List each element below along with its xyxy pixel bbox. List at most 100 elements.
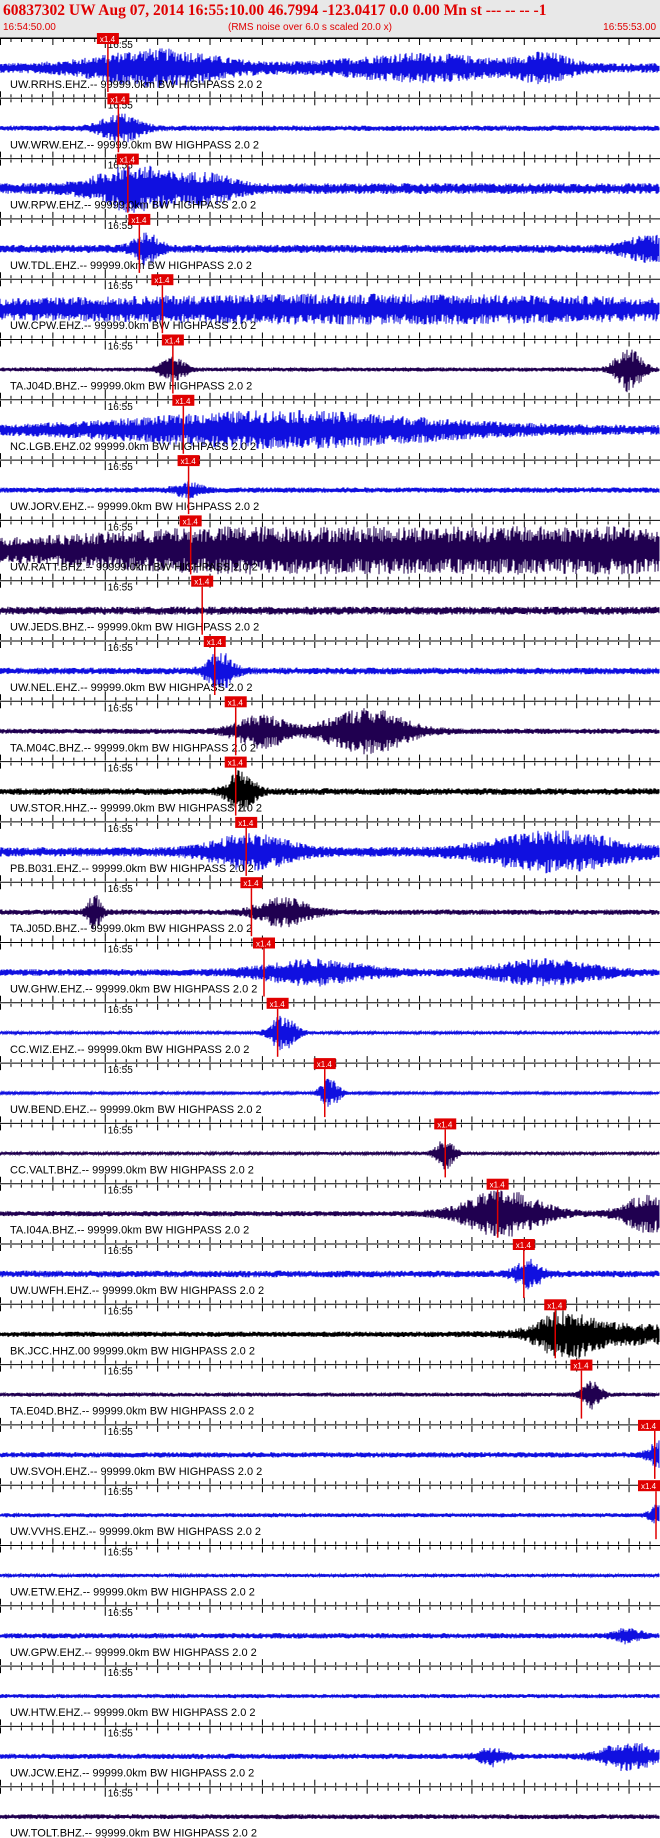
trace-row: 16:55 PB.B031.EHZ.-- 99999.0km BW HIGHPAS… bbox=[0, 816, 660, 882]
trace-row: 16:55 UW.NEL.EHZ.-- 99999.0km BW HIGHPASS… bbox=[0, 636, 660, 701]
waveform bbox=[0, 1628, 660, 1645]
waveform bbox=[0, 958, 660, 987]
trace-row: 16:55 BK.JCC.HHZ.00 99999.0km BW HIGHPASS… bbox=[0, 1299, 660, 1364]
pick-label: x1.4 bbox=[437, 1120, 453, 1129]
minute-tick-label: 16:55 bbox=[108, 824, 133, 835]
station-label: UW.RPW.EHZ.-- 99999.0km BW HIGHPASS 2.0 … bbox=[10, 200, 256, 212]
pick-label: x1.4 bbox=[228, 759, 244, 768]
station-label: TA.J04D.BHZ.-- 99999.0km BW HIGHPASS 2.0… bbox=[10, 381, 252, 393]
station-label: UW.BEND.EHZ.-- 99999.0km BW HIGHPASS 2.0… bbox=[10, 1104, 262, 1116]
pick-label: x1.4 bbox=[228, 698, 244, 707]
station-label: TA.I04A.BHZ.-- 99999.0km BW HIGHPASS 2.0… bbox=[10, 1225, 249, 1237]
minute-tick-label: 16:55 bbox=[108, 1487, 133, 1498]
minute-tick-label: 16:55 bbox=[108, 703, 133, 714]
trace-row: 16:55UW.RRHS.EHZ.-- 99999.0km BW HIGHPAS… bbox=[0, 33, 660, 98]
minute-tick-label: 16:55 bbox=[108, 402, 133, 413]
station-label: UW.HTW.EHZ.-- 99999.0km BW HIGHPASS 2.0 … bbox=[10, 1707, 256, 1719]
trace-row: 16:55 UW.VVHS.EHZ.-- 99999.0km BW HIGHPAS… bbox=[0, 1480, 660, 1545]
waveform bbox=[0, 1078, 660, 1107]
pick-label: x1.4 bbox=[100, 35, 116, 44]
trace-row: 16:55 UW.GHW.EHZ.-- 99999.0km BW HIGHPASS… bbox=[0, 937, 660, 1002]
station-label: UW.JCW.EHZ.-- 99999.0km BW HIGHPASS 2.0 … bbox=[10, 1767, 254, 1779]
pick-label: x1.4 bbox=[183, 517, 199, 526]
minute-tick-label: 16:55 bbox=[108, 764, 133, 775]
pick-label: x1.4 bbox=[207, 638, 223, 647]
minute-tick-label: 16:55 bbox=[108, 522, 133, 533]
pick-label: x1.4 bbox=[154, 276, 170, 285]
trace-row: 16:55 UW.UWFH.EHZ.-- 99999.0km BW HIGHPAS… bbox=[0, 1239, 660, 1304]
pick-label: x1.4 bbox=[181, 457, 197, 466]
pick-label: x1.4 bbox=[131, 216, 147, 225]
minute-tick-label: 16:55 bbox=[108, 1065, 133, 1076]
waveform bbox=[0, 1693, 660, 1700]
pick-label: x1.4 bbox=[641, 1422, 657, 1431]
trace-row: 16:55 TA.J05D.BHZ.-- 99999.0km BW HIGHPAS… bbox=[0, 877, 660, 942]
station-label: CC.WIZ.EHZ.-- 99999.0km BW HIGHPASS 2.0 … bbox=[10, 1044, 249, 1056]
trace-row: 16:55 CC.WIZ.EHZ.-- 99999.0km BW HIGHPASS… bbox=[0, 997, 660, 1063]
seismogram-plot: 16:55 UW.RRHS.EHZ.-- 99999.0km BW HIGHPAS… bbox=[0, 33, 660, 1838]
waveform bbox=[0, 1572, 660, 1579]
trace-row: 16:55 TA.J04D.BHZ.-- 99999.0km BW HIGHPAS… bbox=[0, 334, 660, 399]
station-label: TA.J05D.BHZ.-- 99999.0km BW HIGHPASS 2.0… bbox=[10, 923, 252, 935]
station-label: UW.STOR.HHZ.-- 99999.0km BW HIGHPASS 2.0… bbox=[10, 803, 262, 815]
waveform bbox=[0, 606, 660, 615]
trace-row: 16:55 UW.ETW.EHZ.-- 99999.0km BW HIGHPASS… bbox=[0, 1545, 660, 1605]
waveform bbox=[0, 481, 660, 499]
trace-row: 16:55 TA.E04D.BHZ.-- 99999.0km BW HIGHPAS… bbox=[0, 1359, 660, 1424]
station-label: TA.M04C.BHZ.-- 99999.0km BW HIGHPASS 2.0… bbox=[10, 742, 256, 754]
station-label: UW.RRHS.EHZ.-- 99999.0km BW HIGHPASS 2.0… bbox=[10, 79, 262, 91]
minute-tick-label: 16:55 bbox=[108, 1789, 133, 1800]
pick-label: x1.4 bbox=[256, 940, 272, 949]
minute-tick-label: 16:55 bbox=[108, 462, 133, 473]
trace-row: 16:55 UW.JORV.EHZ.-- 99999.0km BW HIGHPAS… bbox=[0, 455, 660, 520]
waveform bbox=[0, 1813, 660, 1820]
waveform bbox=[0, 1440, 660, 1469]
waveform bbox=[0, 1504, 660, 1524]
station-label: PB.B031.EHZ.-- 99999.0km BW HIGHPASS 2.0… bbox=[10, 863, 254, 875]
trace-row: 16:55UW.RPW.EHZ.-- 99999.0km BW HIGHPASS… bbox=[0, 153, 660, 218]
minute-tick-label: 16:55 bbox=[108, 1005, 133, 1016]
minute-tick-label: 16:55 bbox=[108, 1367, 133, 1378]
station-label: UW.JEDS.BHZ.-- 99999.0km BW HIGHPASS 2.0… bbox=[10, 622, 259, 634]
station-label: UW.GPW.EHZ.-- 99999.0km BW HIGHPASS 2.0 … bbox=[10, 1647, 257, 1659]
trace-row: 16:55 UW.SVOH.EHZ.-- 99999.0km BW HIGHPAS… bbox=[0, 1419, 660, 1485]
minute-tick-label: 16:55 bbox=[108, 1427, 133, 1438]
pick-label: x1.4 bbox=[165, 337, 181, 346]
pick-label: x1.4 bbox=[243, 879, 259, 888]
trace-row: 16:55 CC.VALT.BHZ.-- 99999.0km BW HIGHPAS… bbox=[0, 1118, 660, 1183]
station-label: UW.VVHS.EHZ.-- 99999.0km BW HIGHPASS 2.0… bbox=[10, 1526, 261, 1538]
station-label: TA.E04D.BHZ.-- 99999.0km BW HIGHPASS 2.0… bbox=[10, 1406, 254, 1418]
pick-label: x1.4 bbox=[120, 156, 136, 165]
trace-row: 16:55 NC.LGB.EHZ.02 99999.0km BW HIGHPASS… bbox=[0, 394, 660, 460]
station-label: NC.LGB.EHZ.02 99999.0km BW HIGHPASS 2.0 … bbox=[10, 441, 256, 453]
minute-tick-label: 16:55 bbox=[108, 1306, 133, 1317]
waveform bbox=[0, 113, 660, 143]
trace-row: 16:55 UW.STOR.HHZ.-- 99999.0km BW HIGHPAS… bbox=[0, 756, 660, 821]
pick-label: x1.4 bbox=[270, 1000, 286, 1009]
pick-label: x1.4 bbox=[516, 1241, 532, 1250]
trace-row: 16:55 UW.JCW.EHZ.-- 99999.0km BW HIGHPASS… bbox=[0, 1725, 660, 1786]
minute-tick-label: 16:55 bbox=[108, 1246, 133, 1257]
minute-tick-label: 16:55 bbox=[108, 342, 133, 353]
pick-label: x1.4 bbox=[317, 1060, 333, 1069]
pick-label: x1.4 bbox=[641, 1482, 657, 1491]
station-label: CC.VALT.BHZ.-- 99999.0km BW HIGHPASS 2.0… bbox=[10, 1164, 254, 1176]
pick-label: x1.4 bbox=[547, 1301, 563, 1310]
minute-tick-label: 16:55 bbox=[108, 583, 133, 594]
minute-tick-label: 16:55 bbox=[108, 884, 133, 895]
station-label: UW.WRW.EHZ.-- 99999.0km BW HIGHPASS 2.0 … bbox=[10, 139, 259, 151]
station-label: UW.SVOH.EHZ.-- 99999.0km BW HIGHPASS 2.0… bbox=[10, 1466, 262, 1478]
pick-label: x1.4 bbox=[573, 1362, 589, 1371]
station-label: UW.TDL.EHZ.-- 99999.0km BW HIGHPASS 2.0 … bbox=[10, 260, 252, 272]
station-label: UW.NEL.EHZ.-- 99999.0km BW HIGHPASS 2.0 … bbox=[10, 682, 252, 694]
minute-tick-label: 16:55 bbox=[108, 1728, 133, 1739]
minute-tick-label: 16:55 bbox=[108, 1608, 133, 1619]
phase-pick: x1.4 bbox=[638, 1480, 660, 1540]
trace-row: 16:55 UW.RATT.BHZ.-- 99999.0km BW HIGHPAS… bbox=[0, 515, 660, 580]
trace-row: 16:55 UW.JEDS.BHZ.-- 99999.0km BW HIGHPAS… bbox=[0, 575, 660, 640]
station-label: UW.JORV.EHZ.-- 99999.0km BW HIGHPASS 2.0… bbox=[10, 501, 259, 513]
pick-label: x1.4 bbox=[194, 578, 210, 587]
trace-row: 16:55UW.WRW.EHZ.-- 99999.0km BW HIGHPASS… bbox=[0, 93, 660, 158]
minute-tick-label: 16:55 bbox=[108, 643, 133, 654]
station-label: UW.UWFH.EHZ.-- 99999.0km BW HIGHPASS 2.0… bbox=[10, 1285, 264, 1297]
